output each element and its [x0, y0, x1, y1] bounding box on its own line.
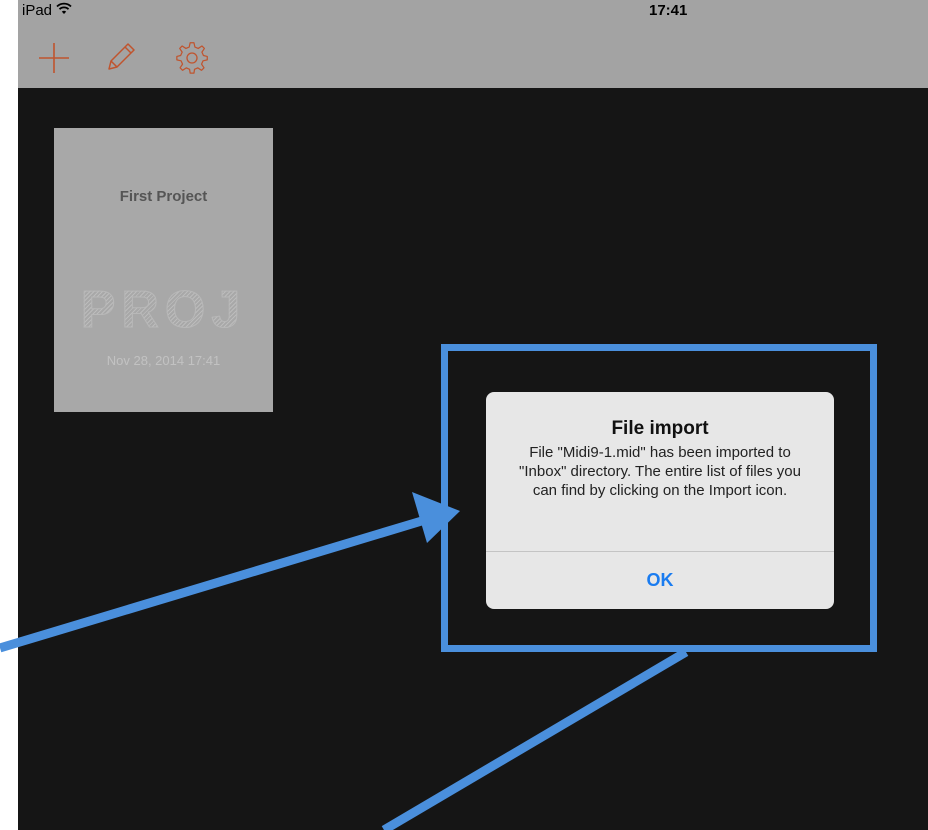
alert-title: File import — [611, 418, 709, 439]
project-title: First Project — [119, 188, 208, 205]
add-project-button[interactable] — [36, 40, 72, 76]
pencil-icon — [108, 43, 135, 70]
wifi-icon — [56, 2, 72, 19]
settings-button[interactable] — [174, 40, 210, 76]
device-name: iPad — [22, 2, 53, 19]
project-date: Nov 28, 2014 17:41 — [106, 353, 221, 368]
status-time: 17:41 — [649, 2, 688, 19]
project-watermark: PROJ — [54, 280, 273, 340]
top-bar: iPad 17:41 — [18, 0, 928, 88]
plus-icon — [39, 43, 69, 73]
file-import-alert: File import File "Midi9-1.mid" has been … — [486, 392, 834, 609]
gear-icon — [176, 42, 208, 74]
status-bar-left: iPad — [22, 2, 72, 19]
project-card[interactable]: First Project PROJ Nov 28, 2014 17:41 — [54, 128, 273, 412]
alert-ok-button[interactable]: OK — [486, 552, 834, 609]
edit-button[interactable] — [102, 40, 138, 76]
alert-message: File "Midi9-1.mid" has been imported to … — [519, 444, 801, 499]
